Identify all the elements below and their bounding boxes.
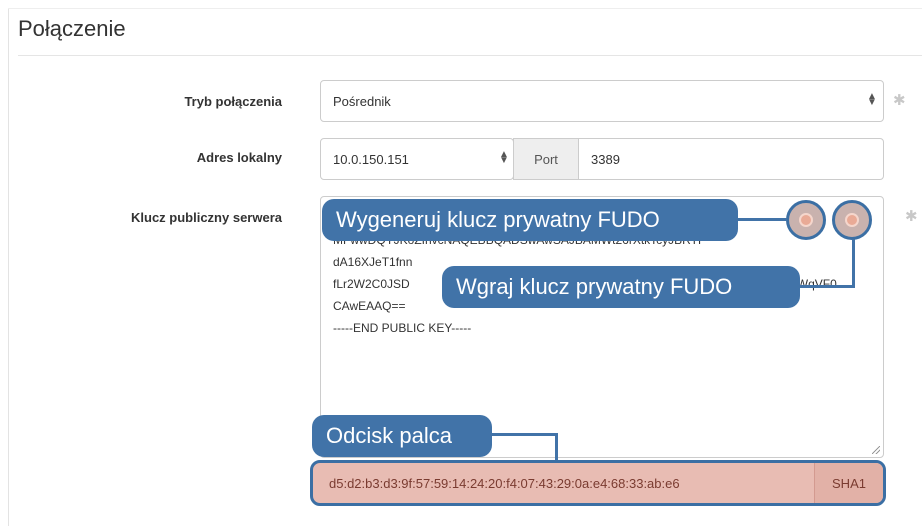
local-address-label: Adres lokalny <box>196 150 282 165</box>
panel-border <box>8 8 9 526</box>
port-input[interactable]: 3389 <box>578 138 884 180</box>
port-addon: Port <box>513 138 579 180</box>
resize-handle[interactable] <box>872 446 880 454</box>
asterisk-icon: ✱ <box>905 208 918 225</box>
callout-connector <box>555 433 558 463</box>
mode-select-value: Pośrednik <box>333 93 391 109</box>
key-line-3-start: fLr2W2C0JSD <box>333 277 410 291</box>
fingerprint-value: d5:d2:b3:d3:9f:57:59:14:24:20:f4:07:43:2… <box>329 475 680 491</box>
local-address-select[interactable]: 10.0.150.151 ▲ ▼ <box>320 138 514 180</box>
callout-connector <box>735 218 787 221</box>
section-title: Połączenie <box>18 16 126 41</box>
asterisk-icon: ✱ <box>893 92 906 109</box>
select-arrows-icon: ▲ ▼ <box>867 91 877 108</box>
generate-callout: Wygeneruj klucz prywatny FUDO <box>322 199 738 241</box>
public-key-label: Klucz publiczny serwera <box>131 210 282 225</box>
key-line-5: -----END PUBLIC KEY----- <box>333 321 472 335</box>
callout-connector <box>852 239 855 287</box>
mode-select[interactable]: Pośrednik ▲ ▼ <box>320 80 884 122</box>
upload-callout: Wgraj klucz prywatny FUDO <box>442 266 800 308</box>
upload-key-icon[interactable] <box>832 200 872 240</box>
callout-connector <box>490 433 558 436</box>
fingerprint-algo: SHA1 <box>814 463 883 503</box>
local-address-value: 10.0.150.151 <box>333 151 409 167</box>
mode-label: Tryb połączenia <box>184 94 282 109</box>
title-divider <box>18 55 922 56</box>
select-arrows-icon: ▲ ▼ <box>499 149 509 166</box>
port-value: 3389 <box>591 151 620 167</box>
fingerprint-field: d5:d2:b3:d3:9f:57:59:14:24:20:f4:07:43:2… <box>310 460 886 506</box>
fingerprint-callout: Odcisk palca <box>312 415 492 457</box>
callout-connector <box>796 285 855 288</box>
panel-border-top <box>8 8 922 9</box>
generate-key-icon[interactable] <box>786 200 826 240</box>
